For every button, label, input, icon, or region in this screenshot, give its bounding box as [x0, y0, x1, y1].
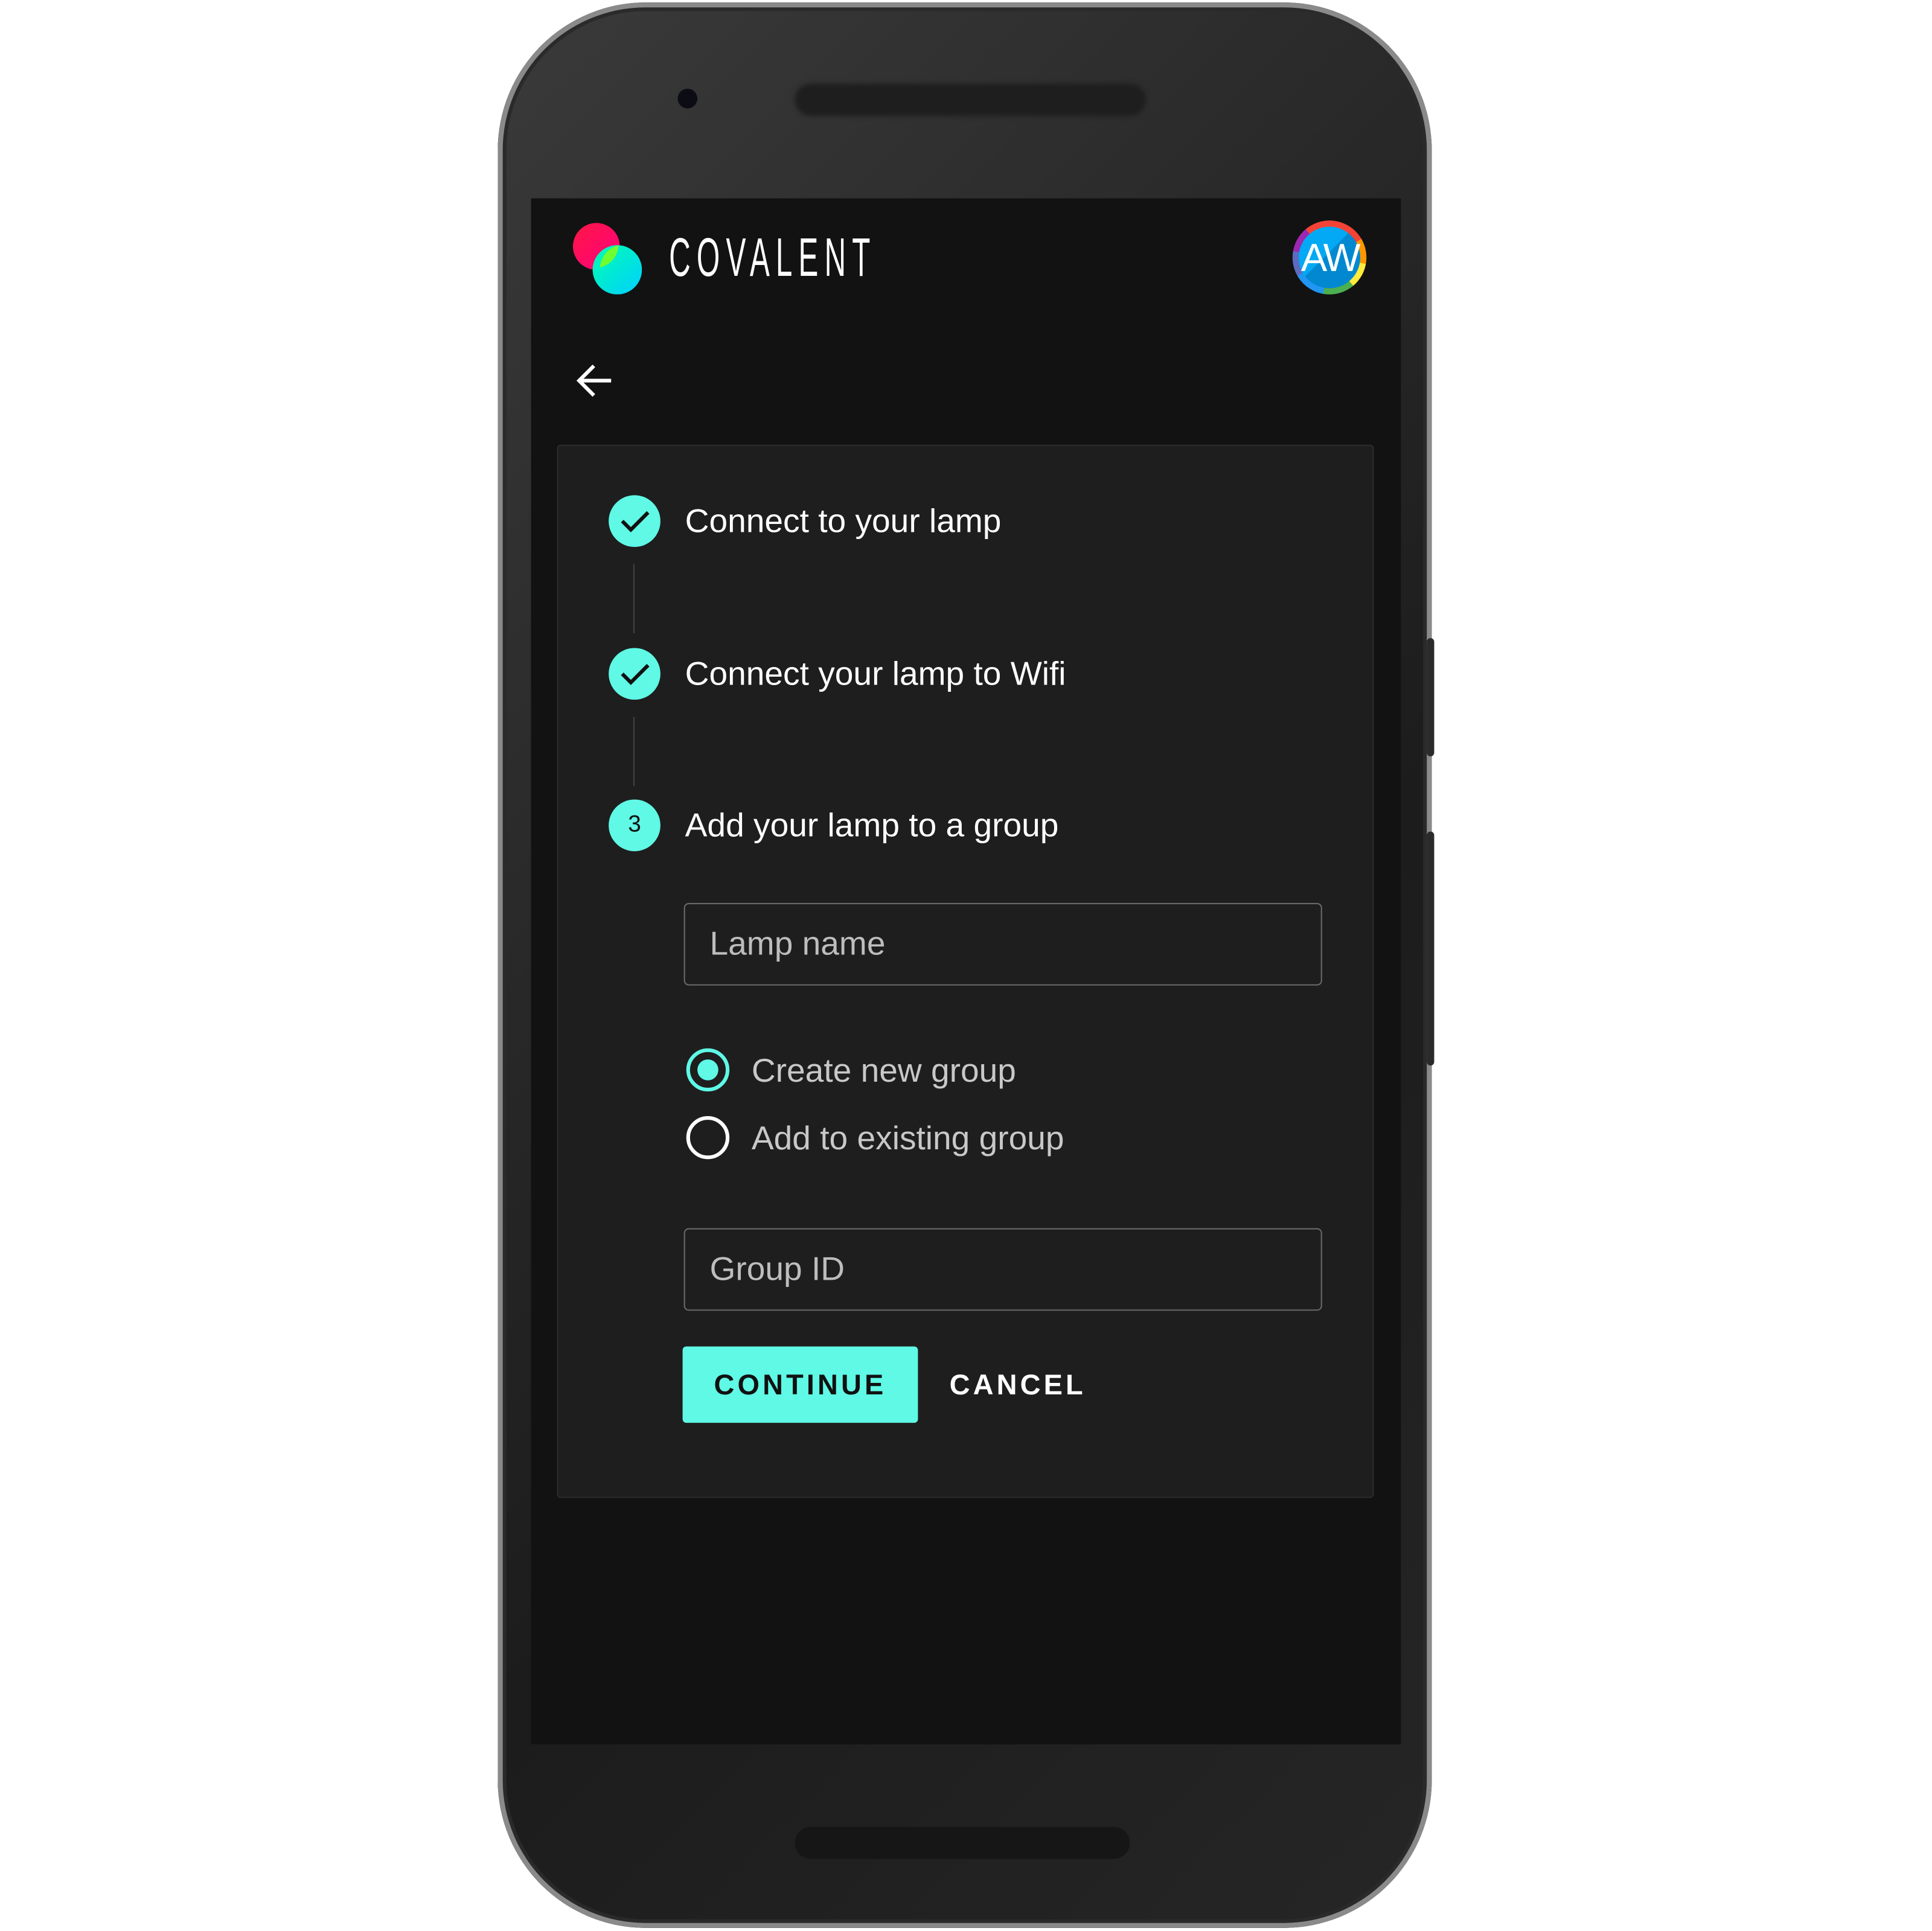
radio-label-add-to-existing-group[interactable]: Add to existing group [752, 1116, 1064, 1160]
cancel-button[interactable]: CANCEL [942, 1347, 1093, 1423]
user-avatar[interactable]: AW [1292, 220, 1367, 295]
brand-name: COVALENT [669, 228, 877, 289]
volume-button [1427, 831, 1435, 1066]
earpiece-speaker [795, 83, 1146, 116]
power-button [1427, 638, 1435, 757]
step-connector [633, 717, 635, 787]
front-camera [677, 88, 698, 109]
step-3-number: 3 [609, 799, 661, 852]
bottom-speaker [795, 1827, 1130, 1859]
radio-label-create-new-group[interactable]: Create new group [752, 1048, 1016, 1093]
step-2-complete-icon [609, 648, 661, 700]
step-1-label: Connect to your lamp [685, 502, 1002, 540]
step-connector [633, 564, 635, 633]
radio-create-new-group[interactable] [686, 1048, 730, 1092]
step-2-label: Connect your lamp to Wifi [685, 655, 1066, 692]
back-arrow-icon[interactable] [574, 360, 616, 401]
covalent-logo-icon [572, 223, 642, 295]
continue-button[interactable]: CONTINUE [682, 1346, 918, 1423]
step-3-label: Add your lamp to a group [685, 806, 1059, 844]
step-1-complete-icon [609, 495, 661, 547]
avatar-initials: AW [1299, 226, 1360, 289]
lamp-name-input[interactable]: Lamp name [683, 902, 1322, 986]
radio-add-to-existing-group[interactable] [686, 1116, 730, 1160]
group-id-input[interactable]: Group ID [683, 1228, 1322, 1311]
